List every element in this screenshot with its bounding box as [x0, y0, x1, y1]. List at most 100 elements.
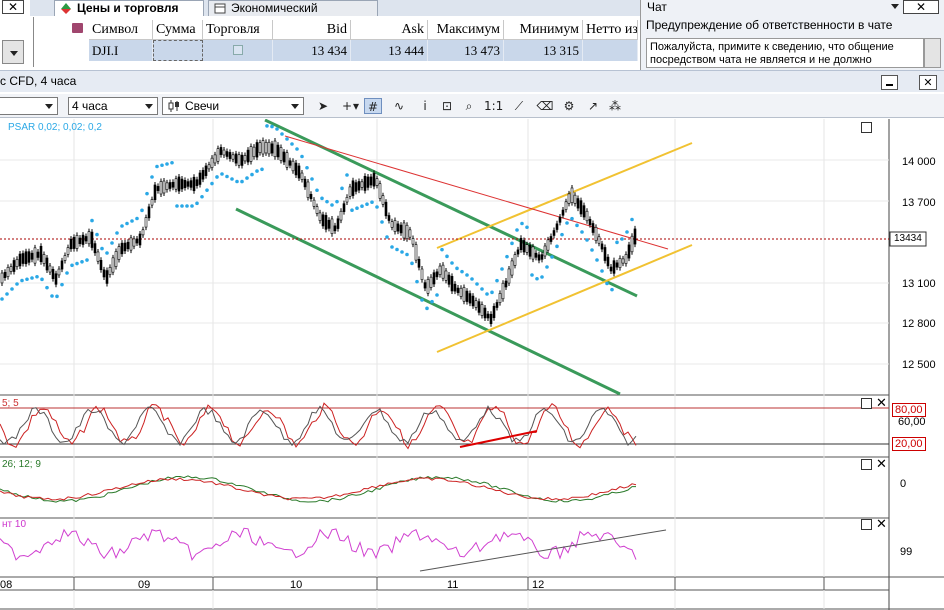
psar-dot [120, 224, 124, 228]
candle-body [606, 256, 610, 267]
candle-body [303, 178, 307, 188]
candle-body [312, 199, 316, 207]
column-header-net[interactable]: Нетто из [583, 20, 638, 40]
minimize-button[interactable] [881, 75, 898, 90]
maximize-panel-button[interactable] [861, 398, 872, 409]
amount-input[interactable] [153, 40, 203, 61]
psar-dot [410, 261, 414, 266]
column-header-symbol[interactable]: Символ [89, 20, 153, 40]
psar-dot [475, 282, 479, 286]
cell-symbol[interactable]: DJI.I [89, 40, 153, 61]
candle-body [192, 176, 196, 192]
psar-dot [430, 299, 434, 304]
candle-body [306, 181, 310, 198]
cell-ask[interactable]: 13 444 [351, 40, 428, 61]
candle-body [402, 222, 406, 239]
momentum-indicator-label[interactable]: нт 10 [2, 519, 26, 530]
column-header-low[interactable]: Минимум [504, 20, 583, 40]
psar-dot [400, 250, 404, 254]
line-tool-icon[interactable]: ↗ [584, 98, 602, 114]
candle-body [387, 215, 391, 221]
close-panel-icon[interactable]: ✕ [876, 518, 887, 531]
maximize-panel-button[interactable] [861, 459, 872, 470]
dropdown-scroll-button[interactable] [2, 40, 24, 64]
chevron-down-icon[interactable]: ▾ [352, 98, 360, 114]
candle-body [15, 258, 19, 268]
indicator-wave-icon[interactable]: ∿ [390, 98, 408, 114]
objects-icon[interactable]: ⁂ [606, 98, 624, 114]
candle-body [84, 236, 88, 242]
psar-dot [460, 269, 464, 274]
tab-prices-trading[interactable]: Цены и торговля [54, 0, 204, 16]
maximize-panel-button[interactable] [861, 519, 872, 530]
timeframe-select[interactable]: 4 часа [68, 97, 158, 115]
candle-body [126, 241, 130, 250]
psar-dot [370, 200, 374, 204]
maximize-panel-button[interactable] [861, 122, 872, 133]
candle-body [495, 302, 499, 308]
chat-scrollbar[interactable] [924, 38, 941, 68]
info-icon[interactable]: i [416, 98, 434, 114]
grid-icon[interactable]: # [364, 98, 382, 114]
chart-type-select[interactable]: Свечи [162, 97, 304, 115]
psar-dot [595, 258, 599, 262]
psar-dot [205, 188, 209, 192]
candle-body [486, 313, 490, 319]
candle-body [459, 287, 463, 297]
candle-body [90, 231, 94, 248]
candle-body [228, 152, 232, 159]
tab-economic-calendar[interactable]: Экономический календарь [208, 0, 378, 30]
stoch-indicator-label[interactable]: 5; 5 [2, 398, 19, 409]
candle-body [630, 235, 634, 253]
cell-high: 13 473 [428, 40, 504, 61]
cell-bid[interactable]: 13 434 [273, 40, 351, 61]
psar-dot [335, 199, 339, 204]
candle-body [447, 274, 451, 285]
candle-body [264, 142, 268, 154]
close-panel-icon[interactable]: ✕ [876, 458, 887, 471]
momentum-tick: 99 [900, 546, 913, 558]
trade-checkbox[interactable] [232, 45, 243, 55]
zoom-reset-icon[interactable]: 1:1 [484, 98, 503, 114]
psar-dot [360, 204, 364, 208]
psar-dot [440, 247, 444, 252]
psar-dot [140, 208, 144, 213]
candle-body [426, 279, 430, 294]
candle-body [138, 233, 142, 246]
column-header-bid[interactable]: Bid [273, 20, 351, 40]
close-panel-button[interactable]: ✕ [2, 0, 24, 14]
candle-body [633, 228, 637, 245]
candle-body [0, 272, 4, 284]
calendar-icon [214, 3, 226, 14]
candle-body [198, 172, 202, 185]
macd-indicator-label[interactable]: 26; 12; 9 [2, 459, 41, 470]
window-close-button[interactable]: ✕ [919, 75, 937, 90]
cursor-icon[interactable]: ➤ [314, 98, 332, 114]
column-header-amount[interactable]: Сумма [153, 20, 203, 40]
column-header-trade[interactable]: Торговля [203, 20, 273, 40]
psar-indicator-label[interactable]: PSAR 0,02; 0,02; 0,2 [8, 122, 102, 133]
annotation-icon[interactable]: ⊡ [438, 98, 456, 114]
psar-dot [155, 164, 159, 169]
chat-close-button[interactable]: ✕ [903, 0, 939, 14]
instrument-select[interactable] [0, 97, 58, 115]
candle-body [45, 257, 49, 271]
trendline-icon[interactable]: ⟋ [510, 98, 528, 114]
candle-body [117, 246, 121, 260]
psar-dot [350, 208, 354, 212]
instrument-flag-icon[interactable] [72, 23, 83, 33]
chart-area[interactable] [0, 119, 944, 610]
column-header-ask[interactable]: Ask [351, 20, 428, 40]
candle-body [75, 235, 79, 249]
settings-icon[interactable]: ⚙ [560, 98, 578, 114]
column-header-high[interactable]: Максимум [428, 20, 504, 40]
psar-dot [40, 277, 44, 282]
chevron-down-icon[interactable] [889, 0, 901, 12]
psar-dot [405, 252, 409, 257]
close-panel-icon[interactable]: ✕ [876, 397, 887, 410]
psar-dot [100, 246, 104, 251]
candle-body [12, 260, 16, 272]
zoom-icon[interactable]: ⌕ [460, 98, 478, 114]
stoch-mid-level: 60,00 [898, 416, 926, 428]
eraser-icon[interactable]: ⌫ [536, 98, 554, 114]
